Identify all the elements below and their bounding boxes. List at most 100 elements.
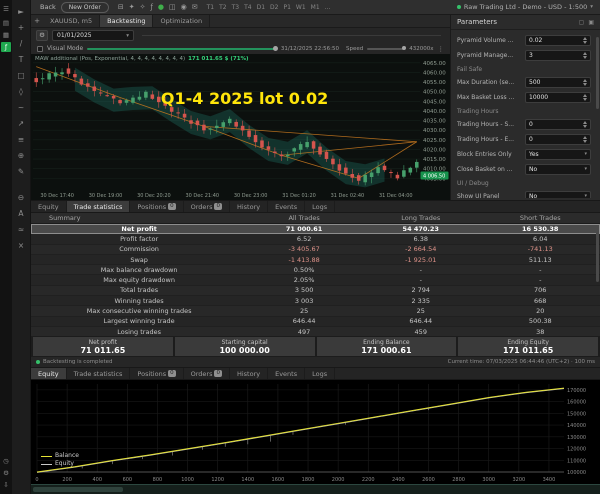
channel-tool-icon[interactable]: ≈ (14, 223, 29, 237)
wave-tool-icon[interactable]: ~ (14, 101, 29, 115)
visual-mode-checkbox[interactable] (37, 45, 43, 52)
tab-xauusd-m5[interactable]: XAUUSD, m5 (43, 15, 101, 27)
equity-tab-history[interactable]: History (230, 368, 269, 379)
parameter-select[interactable]: No ▾ (525, 190, 591, 198)
delete-tool-icon[interactable]: × (14, 239, 29, 253)
parameter-stepper[interactable]: 500 (525, 76, 591, 88)
equity-tab-equity[interactable]: Equity (31, 368, 67, 379)
table-row-net-profit[interactable]: Net profit 71 000.61 54 470.23 16 530.38 (31, 224, 600, 235)
view-button-t3[interactable]: T3 (232, 4, 239, 11)
layouts-icon[interactable]: ⊟ (118, 3, 124, 11)
results-tab-equity[interactable]: Equity (31, 201, 67, 212)
trade-icon[interactable]: ▤ (1, 18, 11, 28)
table-row-commission[interactable]: Commission -3 405.67 -2 664.54 -741.13 (31, 244, 600, 255)
table-row-total-trades[interactable]: Total trades 3 500 2 794 706 (31, 285, 600, 297)
add-chart-button[interactable]: + (31, 15, 43, 27)
history-icon[interactable]: ◷ (1, 456, 11, 466)
view-button-d2[interactable]: D2 (270, 4, 278, 11)
view-button-m1[interactable]: M1 (311, 4, 320, 11)
results-tab-history[interactable]: History (230, 201, 269, 212)
annotation-tool-icon[interactable]: A (14, 207, 29, 221)
backtest-settings-button[interactable]: ⚙ (36, 30, 48, 41)
menu-icon[interactable]: ☰ (1, 4, 11, 14)
equity-tab-positions[interactable]: Positions 0 (130, 368, 184, 379)
sentiment-icon[interactable]: ● (158, 3, 164, 11)
parameter-select[interactable]: Yes ▾ (525, 148, 591, 160)
automate-icon[interactable]: ƒ (1, 42, 11, 52)
arrow-tool-icon[interactable]: ↗ (14, 117, 29, 131)
parameter-stepper[interactable]: 0 (525, 118, 591, 130)
scrollbar[interactable] (596, 227, 599, 282)
trendline-tool-icon[interactable]: / (14, 37, 29, 51)
view-button-t2[interactable]: T2 (219, 4, 226, 11)
detach-panel-icon[interactable]: ▢ (579, 19, 585, 26)
progress-handle[interactable] (272, 45, 278, 51)
rectangle-tool-icon[interactable]: □ (14, 69, 29, 83)
view-button-d1[interactable]: D1 (257, 4, 265, 11)
price-chart-canvas[interactable]: 4065.00 4060.00 4055.00 4050.00 4045.00 4040.… (31, 54, 450, 200)
table-row-max-balance-drawdown[interactable]: Max balance drawdown 0.50% - - (31, 265, 600, 276)
watchlist-icon[interactable]: ◉ (181, 3, 187, 11)
cursor-tool-icon[interactable]: ► (14, 5, 29, 19)
stepper-arrows-icon[interactable] (583, 120, 587, 128)
bottom-scrollbar[interactable] (31, 484, 600, 494)
parameter-stepper[interactable]: 10000 (525, 91, 591, 103)
alert-add-icon[interactable]: ✧ (140, 3, 146, 11)
stepper-arrows-icon[interactable] (583, 135, 587, 143)
table-row-max-consecutive-winning-trades[interactable]: Max consecutive winning trades 25 25 20 (31, 306, 600, 317)
equity-chart[interactable]: 0 200 400 600 800 1000 1200 1400 1600 1800 2000 220… (31, 380, 600, 484)
panel-menu-icon[interactable]: ▣ (588, 19, 594, 26)
column-header-long-trades[interactable]: Long Trades (361, 214, 480, 222)
stepper-arrows-icon[interactable] (583, 93, 587, 101)
settings-icon[interactable]: ⚙ (1, 468, 11, 478)
table-row-largest-winning-trade[interactable]: Largest winning trade 646.44 646.44 500.38 (31, 316, 600, 327)
equity-tab-trade-statistics[interactable]: Trade statistics (67, 368, 131, 379)
results-tab-events[interactable]: Events (268, 201, 306, 212)
text-tool-icon[interactable]: T (14, 53, 29, 67)
tab-backtesting[interactable]: Backtesting (100, 15, 154, 27)
parameter-stepper[interactable]: 0.02 (525, 34, 591, 46)
view-button-[interactable]: … (325, 4, 331, 11)
shapes-tool-icon[interactable]: ◊ (14, 85, 29, 99)
view-button-p1[interactable]: P1 (283, 4, 290, 11)
scrollbar[interactable] (596, 37, 599, 109)
stepper-arrows-icon[interactable] (583, 78, 587, 86)
stepper-arrows-icon[interactable] (583, 51, 587, 59)
view-button-t1[interactable]: T1 (207, 4, 214, 11)
parameter-select[interactable]: No ▾ (525, 163, 591, 175)
view-button-w1[interactable]: W1 (296, 4, 306, 11)
tab-optimization[interactable]: Optimization (153, 15, 211, 27)
column-header-all-trades[interactable]: All Trades (247, 214, 361, 222)
results-tab-logs[interactable]: Logs (305, 201, 336, 212)
equity-tab-events[interactable]: Events (268, 368, 306, 379)
results-tab-orders[interactable]: Orders 0 (184, 201, 230, 212)
date-range-select[interactable]: 01/01/2025 ▾ (52, 30, 134, 41)
lines-tool-icon[interactable]: ≡ (14, 133, 29, 147)
column-header-summary[interactable]: Summary (31, 214, 247, 222)
crosshair-tool-icon[interactable]: + (14, 21, 29, 35)
draw-tool-icon[interactable]: ✎ (14, 165, 29, 179)
table-row-losing-trades[interactable]: Losing trades 497 459 38 (31, 326, 600, 336)
zoom-in-tool-icon[interactable]: ⊕ (14, 149, 29, 163)
parameter-stepper[interactable]: 0 (525, 133, 591, 145)
stepper-arrows-icon[interactable] (583, 36, 587, 44)
speed-handle[interactable] (402, 46, 407, 50)
results-tab-positions[interactable]: Positions 0 (130, 201, 184, 212)
equity-chart-canvas[interactable]: 0 200 400 600 800 1000 1200 1400 1600 1800 2000 220… (31, 380, 600, 484)
equity-tab-logs[interactable]: Logs (305, 368, 336, 379)
price-chart[interactable]: 4065.00 4060.00 4055.00 4050.00 4045.00 4040.… (31, 54, 450, 200)
table-row-profit-factor[interactable]: Profit factor 6.52 6.38 6.04 (31, 234, 600, 245)
parameter-stepper[interactable]: 3 (525, 49, 591, 61)
column-header-short-trades[interactable]: Short Trades (481, 214, 600, 222)
charts-icon[interactable]: ▦ (1, 30, 11, 40)
new-order-button[interactable]: New Order (60, 1, 109, 13)
table-row-max-equity-drawdown[interactable]: Max equity drawdown 2.05% - - (31, 275, 600, 286)
speed-slider[interactable] (367, 46, 407, 50)
alert-icon[interactable]: ✦ (129, 3, 135, 11)
indicators-icon[interactable]: ƒ (150, 3, 152, 11)
account-selector[interactable]: Raw Trading Ltd - Demo - USD - 1:500 ▾ (456, 3, 596, 11)
more-options-icon[interactable]: ⋮ (438, 45, 445, 53)
chat-icon[interactable]: ✉ (192, 3, 198, 11)
scrollbar-thumb[interactable] (33, 487, 123, 492)
results-tab-trade-statistics[interactable]: Trade statistics (66, 201, 131, 212)
